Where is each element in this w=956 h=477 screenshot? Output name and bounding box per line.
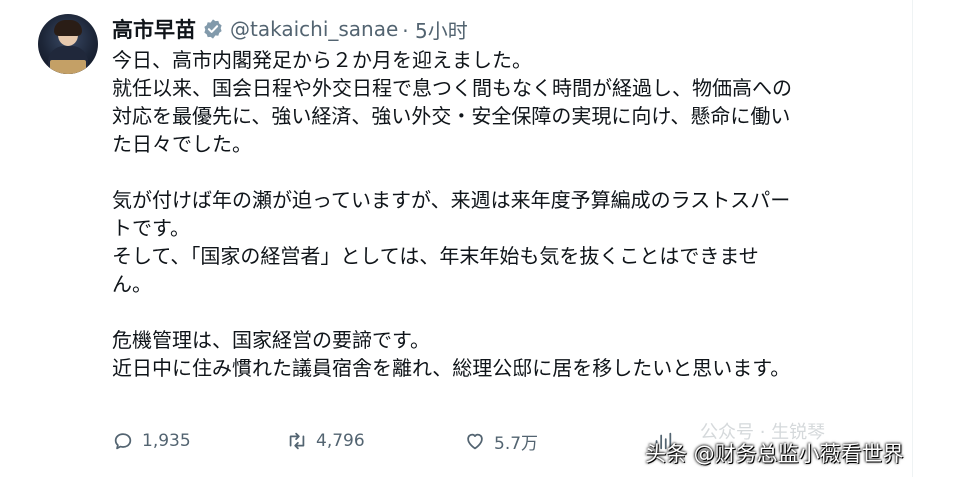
tweet-line: トです。 (112, 216, 190, 240)
tweet-time[interactable]: · 5小时 (402, 15, 467, 44)
tweet-text: 今日、高市内閣発足から２か月を迎えました。 就任以来、国会日程や外交日程で息つく… (112, 46, 902, 382)
like-count: 5.7万 (494, 433, 539, 454)
reply-icon (114, 433, 132, 450)
author-handle[interactable]: @takaichi_sanae (230, 17, 398, 41)
retweet-icon (289, 432, 305, 450)
tweet-line: 危機管理は、国家経営の要諦です。 (112, 328, 430, 352)
author-name[interactable]: 高市早苗 (112, 14, 196, 44)
tweet-line: 近日中に住み慣れた議員宿舎を離れ、総理公邸に居を移したいと思います。 (112, 356, 791, 380)
heart-icon (467, 433, 483, 450)
reply-button[interactable]: 1,935 (112, 427, 191, 455)
tweet-line: た日々でした。 (112, 132, 252, 156)
tweet-actions: 1,935 4,796 5.7万 (112, 427, 672, 455)
tweet-line: 対応を最優先に、強い経済、強い外交・安全保障の実現に向け、懸命に働い (112, 104, 791, 128)
retweet-button[interactable]: 4,796 (286, 427, 365, 455)
tweet-line: 就任以来、国会日程や外交日程で息つく間もなく時間が経過し、物価高への (112, 76, 792, 100)
tweet-line: 気が付けば年の瀬が迫っていますが、来週は来年度予算編成のラストスパー (112, 188, 791, 212)
author-avatar[interactable] (38, 14, 98, 74)
timeline-divider (912, 0, 913, 477)
like-button[interactable]: 5.7万 (464, 427, 538, 455)
tweet-line: そして、「国家の経営者」としては、年末年始も気を抜くことはできませ (112, 244, 759, 268)
reply-count: 1,935 (142, 431, 191, 451)
avatar-podium-shape (50, 60, 86, 74)
tweet-line: ん。 (112, 272, 152, 296)
retweet-count: 4,796 (316, 431, 365, 451)
verified-badge-icon (204, 19, 222, 39)
source-watermark: 头条 @财务总监小薇看世界 (645, 442, 904, 466)
tweet-line: 今日、高市内閣発足から２か月を迎えました。 (112, 48, 532, 72)
avatar-hair-shape (54, 20, 82, 36)
tweet-header: 高市早苗 @takaichi_sanae · 5小时 (112, 14, 468, 44)
